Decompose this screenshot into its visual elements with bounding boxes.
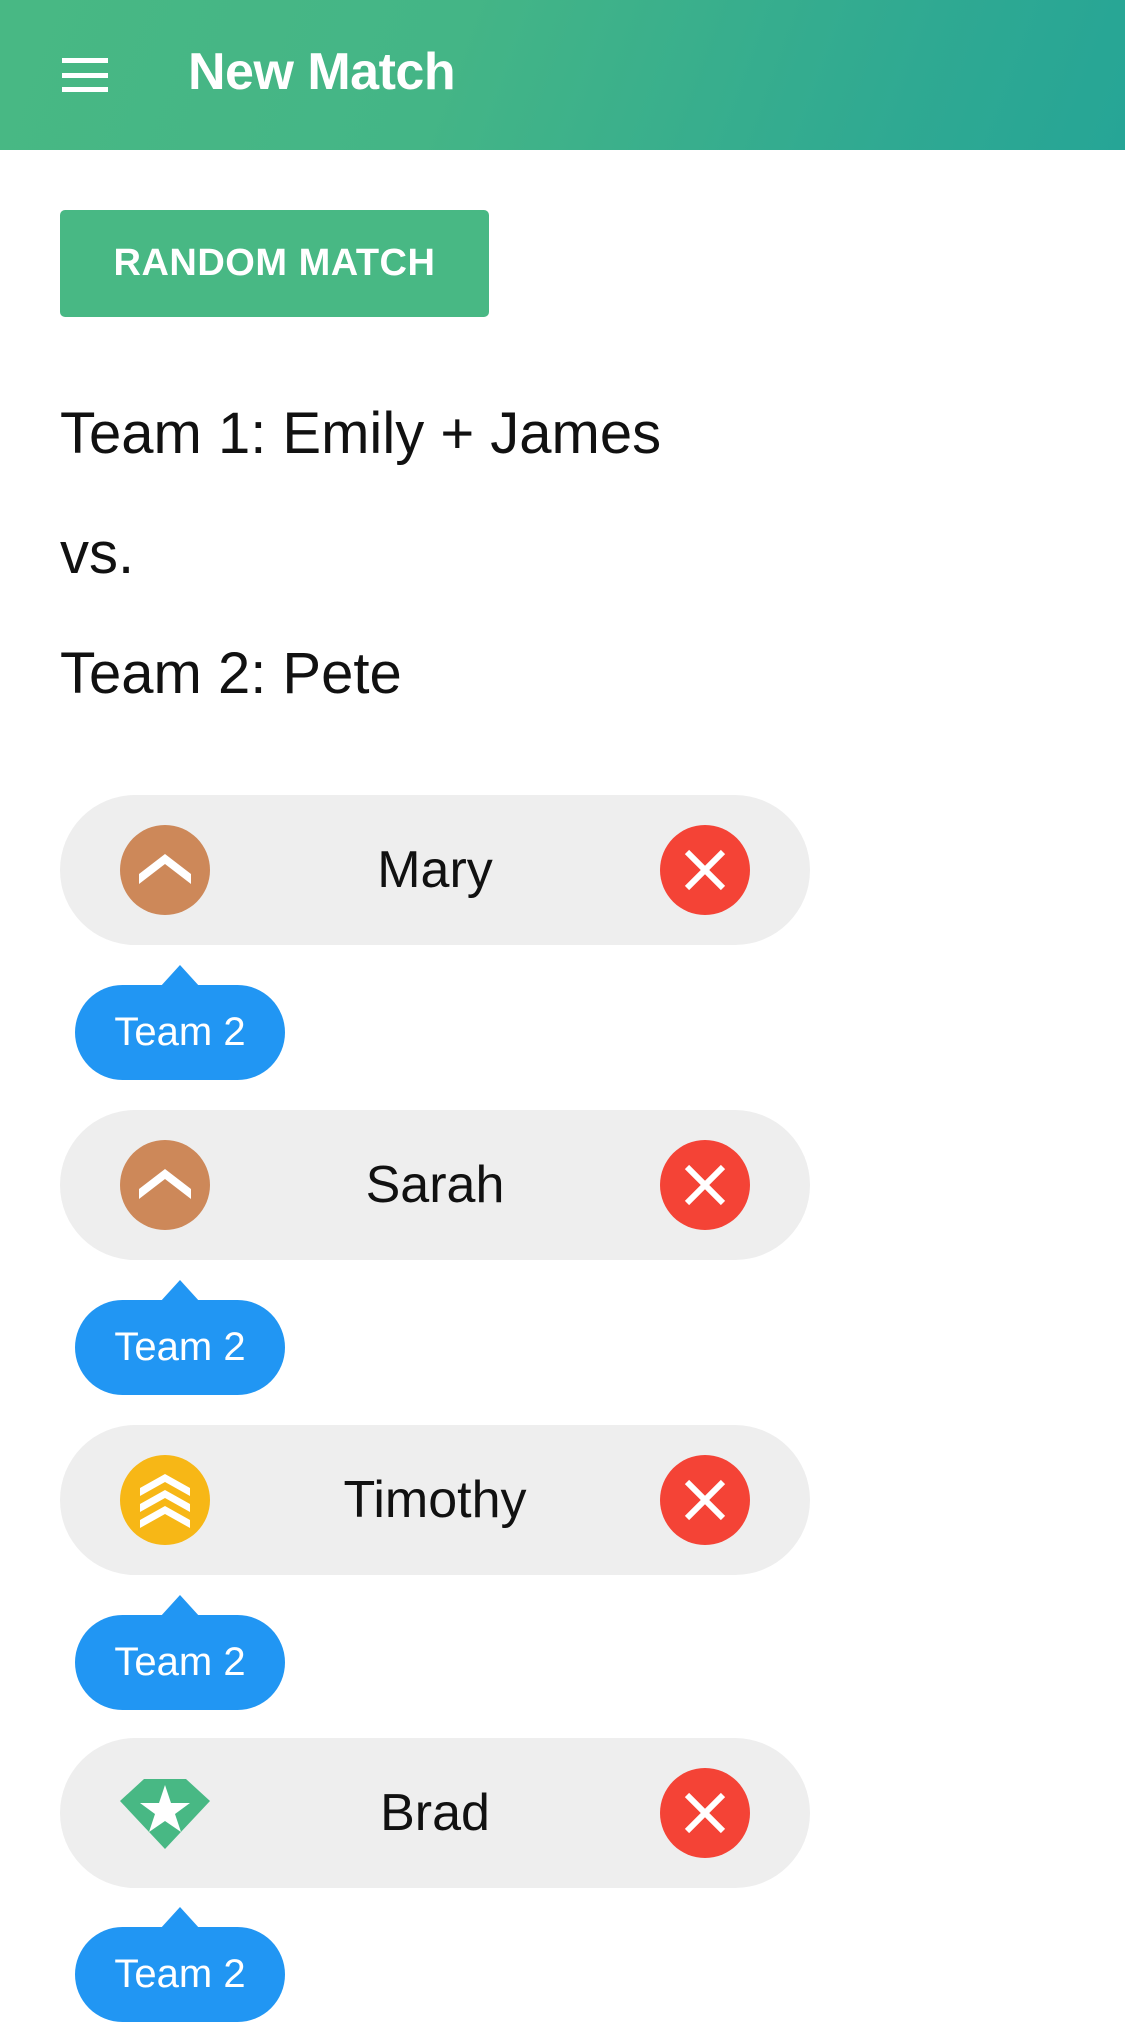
vs-label: vs.	[60, 521, 135, 586]
page-title: New Match	[188, 43, 456, 101]
random-match-button[interactable]: RANDOM MATCH	[60, 210, 489, 317]
player-row: Mary	[60, 795, 810, 945]
remove-player-button[interactable]	[660, 825, 750, 915]
team1-label: Team 1: Emily + James	[60, 401, 662, 466]
player-row: Brad	[60, 1738, 810, 1888]
app-bar: New Match	[0, 0, 1125, 150]
player-row: Timothy	[60, 1425, 810, 1575]
close-icon	[684, 1479, 726, 1521]
team-chip[interactable]: Team 2	[75, 1280, 285, 1395]
close-icon	[684, 1164, 726, 1206]
remove-player-button[interactable]	[660, 1140, 750, 1230]
player-row: Sarah	[60, 1110, 810, 1260]
team2-label: Team 2: Pete	[60, 641, 402, 706]
team-chip[interactable]: Team 2	[75, 965, 285, 1080]
remove-player-button[interactable]	[660, 1455, 750, 1545]
remove-player-button[interactable]	[660, 1768, 750, 1858]
hamburger-menu-icon[interactable]	[62, 58, 110, 92]
team-chip[interactable]: Team 2	[75, 1907, 285, 2022]
close-icon	[684, 849, 726, 891]
close-icon	[684, 1792, 726, 1834]
team-chip[interactable]: Team 2	[75, 1595, 285, 1710]
